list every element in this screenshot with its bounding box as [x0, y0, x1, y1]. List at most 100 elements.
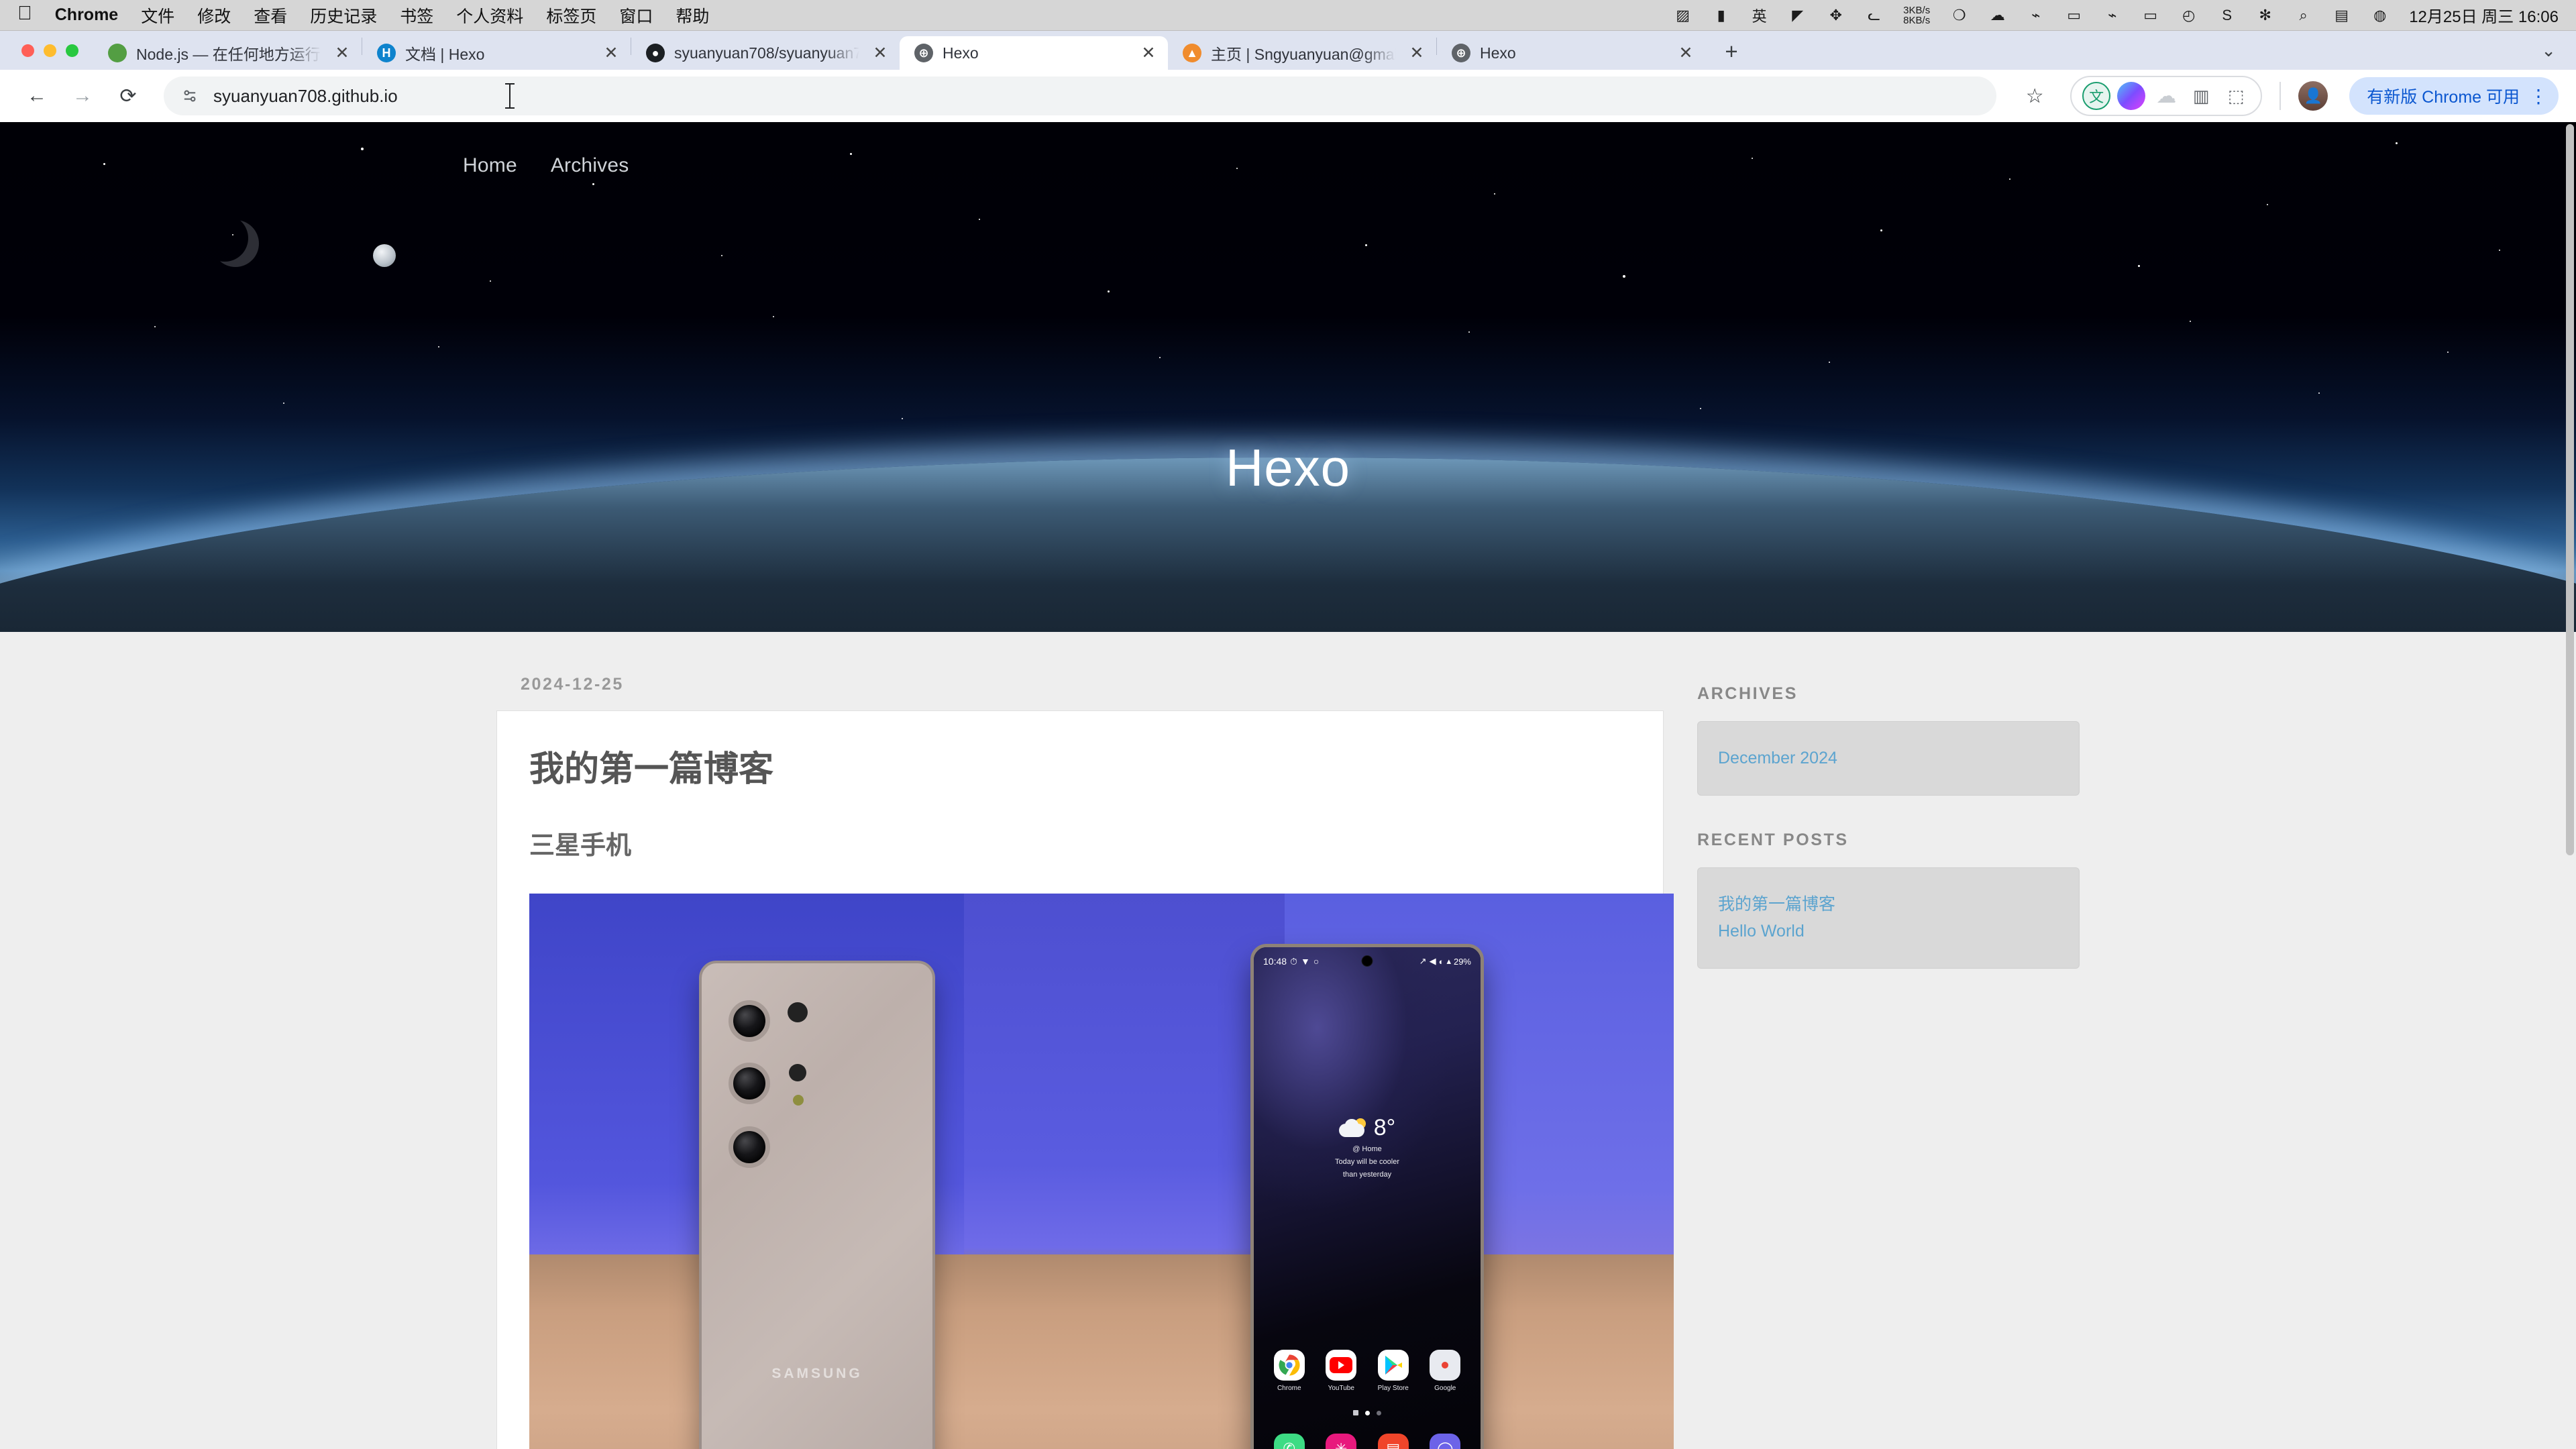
ime-icon[interactable]: 英: [1750, 6, 1768, 25]
close-window-button[interactable]: [21, 44, 34, 57]
browser-tab-hexo-2[interactable]: ⊕ Hexo ✕: [1437, 36, 1705, 70]
post-image: SAMSUNG 10:48 ⏱ ▼ ○ ↗ ◀ ◐ ▴ 29% 8° @ Hom…: [529, 894, 1674, 1449]
cat-icon[interactable]: ᓚ: [1865, 6, 1883, 24]
volume-icon: ◀: [1429, 956, 1436, 966]
forward-button[interactable]: →: [63, 76, 102, 115]
menu-help[interactable]: 帮助: [676, 3, 709, 28]
tab-close-icon[interactable]: ✕: [1137, 42, 1160, 64]
vpn-icon: ↗: [1419, 956, 1427, 966]
app-google-folder[interactable]: Google: [1424, 1350, 1466, 1392]
a5-icon[interactable]: ◤: [1788, 6, 1807, 24]
control-center-icon[interactable]: ▤: [2332, 6, 2351, 24]
app-play-store[interactable]: Play Store: [1373, 1350, 1414, 1392]
menu-chrome[interactable]: Chrome: [55, 5, 118, 25]
crescent-moon-icon: [201, 215, 248, 262]
bluetooth-icon[interactable]: ✻: [2256, 6, 2274, 24]
status-bar-right: ↗ ◀ ◐ ▴ 29%: [1419, 956, 1471, 967]
maximize-window-button[interactable]: [66, 44, 78, 57]
page-dot[interactable]: [1377, 1410, 1381, 1415]
time-machine-icon[interactable]: ◴: [2180, 6, 2198, 24]
move-icon[interactable]: ✥: [1827, 6, 1845, 24]
menu-edit[interactable]: 修改: [197, 3, 231, 28]
battery2-icon[interactable]: ▭: [2141, 6, 2159, 24]
address-bar[interactable]: syuanyuan708.github.io: [164, 76, 1997, 115]
gallery-icon[interactable]: ✳: [1326, 1434, 1357, 1449]
back-button[interactable]: ←: [17, 76, 56, 115]
status-time: 10:48: [1263, 956, 1287, 967]
google-folder-icon: [1430, 1350, 1461, 1381]
tab-close-icon[interactable]: ✕: [600, 42, 623, 64]
translate-extension-icon[interactable]: 文: [2082, 82, 2111, 110]
page-dot-square[interactable]: [1353, 1410, 1358, 1415]
post-title[interactable]: 我的第一篇博客: [529, 741, 1631, 791]
tab-close-icon[interactable]: ✕: [1674, 42, 1697, 64]
post-card: 我的第一篇博客 三星手机 SAMSUNG 10:48 ⏱ ▼ ○ ↗ ◀ ◐ ▴…: [496, 710, 1674, 1449]
url-text[interactable]: syuanyuan708.github.io: [213, 86, 1982, 107]
browser-tab-hexo-docs[interactable]: H 文档 | Hexo ✕: [362, 36, 631, 70]
battery-icon[interactable]: ▭: [2065, 6, 2083, 24]
recent-post-link-2[interactable]: Hello World: [1718, 918, 2059, 945]
weather-description-line2: than yesterday: [1342, 1170, 1392, 1179]
chrome-update-button[interactable]: 有新版 Chrome 可用 ⋮: [2349, 77, 2559, 115]
sogou-icon[interactable]: S: [2218, 6, 2236, 24]
app-youtube[interactable]: YouTube: [1320, 1350, 1362, 1392]
page-scrollbar[interactable]: [2564, 122, 2576, 1449]
page-dot-active[interactable]: [1365, 1410, 1370, 1415]
screenshot-icon[interactable]: ▨: [1674, 6, 1692, 24]
siri-icon[interactable]: ◍: [2371, 6, 2389, 24]
power-button: [1481, 1148, 1484, 1201]
capsule-icon[interactable]: ▮: [1712, 6, 1730, 24]
phone-icon[interactable]: ✆: [1273, 1434, 1305, 1449]
wallet-extension-icon[interactable]: ▥: [2187, 82, 2215, 110]
phone-app-grid: Chrome YouTube Play Store Google: [1254, 1350, 1481, 1392]
menubar-clock[interactable]: 12月25日 周三 16:06: [2409, 3, 2559, 27]
nav-link-archives[interactable]: Archives: [551, 154, 629, 177]
avatar[interactable]: 👤: [2298, 81, 2328, 111]
browser-tab-hexo-active[interactable]: ⊕ Hexo ✕: [900, 36, 1168, 70]
phone-front-view: 10:48 ⏱ ▼ ○ ↗ ◀ ◐ ▴ 29% 8° @ Home Today …: [1250, 944, 1484, 1449]
menubar-left:  Chrome 文件 修改 查看 历史记录 书签 个人资料 标签页 窗口 帮助: [17, 3, 709, 28]
evernote-icon[interactable]: ☁: [1988, 6, 2006, 24]
spotlight-icon[interactable]: ⌕: [2294, 6, 2312, 24]
globe-icon: ⊕: [1452, 44, 1470, 62]
scrollbar-thumb[interactable]: [2566, 124, 2574, 855]
menu-profiles[interactable]: 个人资料: [456, 3, 523, 28]
bookmark-star-icon[interactable]: ☆: [2015, 76, 2054, 115]
tab-close-icon[interactable]: ✕: [1405, 42, 1428, 64]
web-page-viewport: Home Archives Hexo 2024-12-25 我的第一篇博客 三星…: [0, 122, 2576, 1449]
recent-post-link-1[interactable]: 我的第一篇博客: [1718, 891, 2059, 918]
browser-tab-gmail[interactable]: ▲ 主页 | Sngyuanyuan@gmail.co ✕: [1168, 36, 1436, 70]
cloud-extension-icon[interactable]: ☁: [2152, 82, 2180, 110]
wifi-icon[interactable]: ⌁: [2027, 6, 2045, 24]
menu-window[interactable]: 窗口: [619, 3, 653, 28]
minimize-window-button[interactable]: [44, 44, 56, 57]
menu-view[interactable]: 查看: [254, 3, 287, 28]
macos-menubar:  Chrome 文件 修改 查看 历史记录 书签 个人资料 标签页 窗口 帮助…: [0, 0, 2576, 31]
reload-button[interactable]: ⟳: [109, 76, 148, 115]
tune-icon[interactable]: [178, 85, 201, 107]
notes-icon[interactable]: ▤: [1377, 1434, 1409, 1449]
browser-tab-github[interactable]: ● syuanyuan708/syuanyuan708 ✕: [631, 36, 900, 70]
wechat-icon[interactable]: ❍: [1950, 6, 1968, 24]
new-tab-button[interactable]: +: [1715, 35, 1748, 68]
network-speed-indicator[interactable]: 3KB/s 8KB/s: [1903, 5, 1930, 25]
tab-close-icon[interactable]: ✕: [331, 42, 354, 64]
menu-bookmarks[interactable]: 书签: [400, 3, 433, 28]
puzzle-extension-icon[interactable]: ⬚: [2222, 82, 2250, 110]
weather-widget[interactable]: 8° @ Home Today will be cooler than yest…: [1254, 1116, 1481, 1180]
archive-link-december-2024[interactable]: December 2024: [1718, 745, 2059, 772]
menu-tabs[interactable]: 标签页: [546, 3, 596, 28]
nav-link-home[interactable]: Home: [463, 154, 517, 177]
gradient-extension-icon[interactable]: [2117, 82, 2146, 110]
menu-file[interactable]: 文件: [141, 3, 174, 28]
apple-logo-icon[interactable]: : [17, 4, 32, 23]
tab-close-icon[interactable]: ✕: [869, 42, 892, 64]
play-store-icon: [1377, 1350, 1409, 1381]
chrome-menu-kebab-icon[interactable]: ⋮: [2529, 85, 2548, 107]
menu-history[interactable]: 历史记录: [310, 3, 377, 28]
wifi2-icon[interactable]: ⌁: [2103, 6, 2121, 24]
browser-tab-nodejs[interactable]: Node.js — 在任何地方运行 Jav ✕: [93, 36, 362, 70]
app-chrome[interactable]: Chrome: [1269, 1350, 1310, 1392]
samsung-internet-icon[interactable]: ◯: [1430, 1434, 1461, 1449]
chevron-down-icon[interactable]: ⌄: [2541, 40, 2556, 61]
